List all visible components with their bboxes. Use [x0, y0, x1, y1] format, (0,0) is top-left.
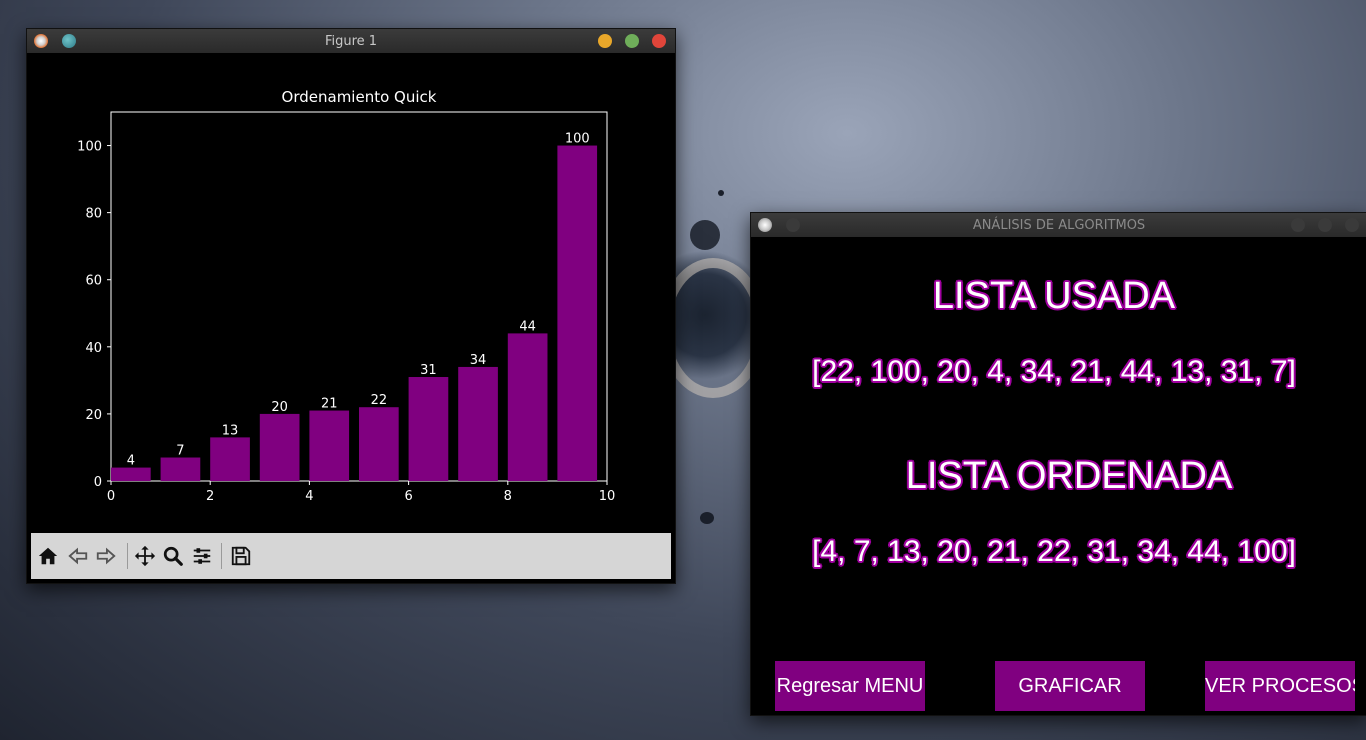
bar-value-label: 7: [176, 444, 184, 459]
back-to-menu-button[interactable]: Regresar MENU: [775, 661, 925, 711]
used-list-values: [22, 100, 20, 4, 34, 21, 44, 13, 31, 7]: [812, 355, 1296, 388]
maximize-icon[interactable]: [1318, 218, 1332, 232]
save-icon[interactable]: [230, 545, 252, 567]
close-icon[interactable]: [1345, 218, 1359, 232]
figure-titlebar[interactable]: Figure 1: [27, 29, 675, 53]
bar-1: [160, 457, 201, 481]
bar-3: [259, 413, 300, 481]
wallpaper-splash: [700, 512, 714, 524]
x-tick-label: 2: [206, 489, 214, 504]
y-tick-label: 0: [94, 475, 102, 490]
bar-value-label: 22: [371, 393, 388, 408]
bar-7: [458, 366, 498, 481]
bar-value-label: 21: [321, 397, 338, 412]
toolbar-separator: [221, 543, 222, 569]
home-icon[interactable]: [37, 545, 59, 567]
y-tick-label: 80: [85, 207, 102, 222]
y-tick-label: 20: [85, 408, 102, 423]
toolbar-separator: [127, 543, 128, 569]
bar-5: [359, 407, 399, 481]
pan-icon[interactable]: [134, 545, 156, 567]
bar-4: [309, 410, 350, 481]
x-tick-label: 0: [107, 489, 115, 504]
forward-arrow-icon[interactable]: [95, 545, 117, 567]
x-tick-label: 4: [305, 489, 313, 504]
y-tick-label: 60: [85, 274, 102, 289]
zoom-icon[interactable]: [162, 545, 184, 567]
wallpaper-splash: [718, 190, 724, 196]
sorted-list-values: [4, 7, 13, 20, 21, 22, 31, 34, 44, 100]: [812, 535, 1296, 568]
x-tick-label: 8: [504, 489, 512, 504]
heading-sorted-list: LISTA ORDENADA: [905, 455, 1233, 497]
window-title: ANÁLISIS DE ALGORITMOS: [972, 218, 1146, 233]
app-content: LISTA USADA [22, 100, 20, 4, 34, 21, 44,…: [755, 237, 1363, 711]
maximize-icon[interactable]: [625, 34, 639, 48]
bar-value-label: 44: [519, 319, 536, 334]
x-tick-label: 6: [404, 489, 412, 504]
minimize-icon[interactable]: [1291, 218, 1305, 232]
close-icon[interactable]: [652, 34, 666, 48]
navigation-toolbar: [31, 533, 671, 579]
graph-button[interactable]: GRAFICAR: [995, 661, 1145, 711]
window-title: Figure 1: [324, 34, 378, 49]
bar-value-label: 100: [565, 132, 590, 147]
bar-value-label: 13: [222, 423, 239, 438]
bar-value-label: 34: [470, 353, 487, 368]
app-titlebar[interactable]: ANÁLISIS DE ALGORITMOS: [751, 213, 1366, 237]
bar-value-label: 31: [420, 363, 437, 378]
bar-chart: Ordenamiento Quick 471320 21 22313444100 0…: [31, 54, 671, 534]
configure-subplots-icon[interactable]: [191, 545, 213, 567]
wallpaper-splash: [690, 220, 720, 250]
view-processes-button[interactable]: VER PROCESOS: [1205, 661, 1355, 711]
figure-window: Figure 1 Ordenamiento Quick 4 7 13 20 21 22 31…: [26, 28, 676, 584]
bar-value-label: 20: [271, 400, 288, 415]
chart-title: Ordenamiento Quick: [282, 88, 437, 106]
bar-9: [557, 145, 598, 481]
bar-0: [111, 467, 151, 481]
app-window: ANÁLISIS DE ALGORITMOS LISTA USADA [22, …: [750, 212, 1366, 716]
bar-6: [408, 377, 449, 481]
y-tick-label: 40: [85, 341, 102, 356]
bar-8: [507, 333, 548, 481]
y-tick-label: 100: [77, 140, 102, 155]
minimize-icon[interactable]: [598, 34, 612, 48]
heading-used-list: LISTA USADA: [932, 275, 1176, 317]
bar-value-label: 4: [127, 454, 135, 469]
back-arrow-icon[interactable]: [67, 545, 89, 567]
bar-2: [210, 437, 250, 481]
x-tick-label: 10: [599, 489, 616, 504]
